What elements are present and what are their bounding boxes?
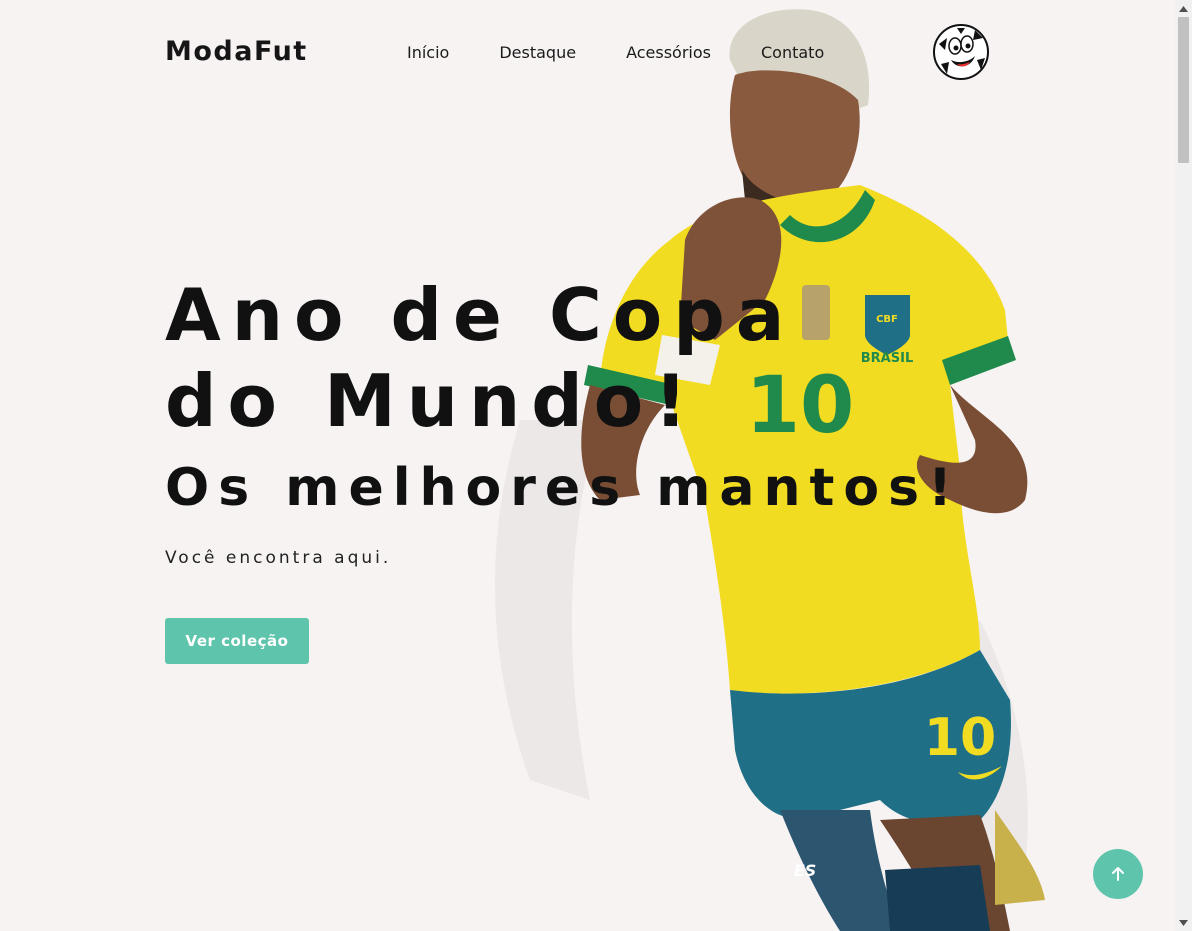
hero-title: Ano de Copa do Mundo! — [165, 273, 796, 443]
scroll-down-arrow-icon[interactable] — [1175, 914, 1192, 931]
back-to-top-button[interactable] — [1093, 849, 1143, 899]
scrollbar-thumb[interactable] — [1178, 17, 1189, 163]
hero-subtitle: Os melhores mantos! — [165, 458, 961, 518]
view-collection-button[interactable]: Ver coleção — [165, 618, 309, 664]
arrow-up-icon — [1112, 867, 1124, 881]
site-logo[interactable]: ModaFut — [165, 36, 308, 67]
nav-link-contato[interactable]: Contato — [761, 43, 824, 62]
sock-text: ES — [794, 861, 816, 880]
nav-link-acessorios[interactable]: Acessórios — [626, 43, 711, 62]
page: CBF BRASIL 10 10 ES ModaFut Início Desta… — [0, 0, 1175, 931]
nav-link-destaque[interactable]: Destaque — [499, 43, 576, 62]
shorts-number: 10 — [924, 708, 996, 768]
nav-link-inicio[interactable]: Início — [407, 43, 449, 62]
scroll-up-arrow-icon[interactable] — [1175, 0, 1192, 17]
page-scrollbar[interactable] — [1175, 0, 1192, 931]
soccer-ball-mascot-icon[interactable] — [933, 24, 989, 80]
main-nav: Início Destaque Acessórios Contato — [407, 43, 824, 62]
hero-text: Você encontra aqui. — [165, 548, 392, 568]
